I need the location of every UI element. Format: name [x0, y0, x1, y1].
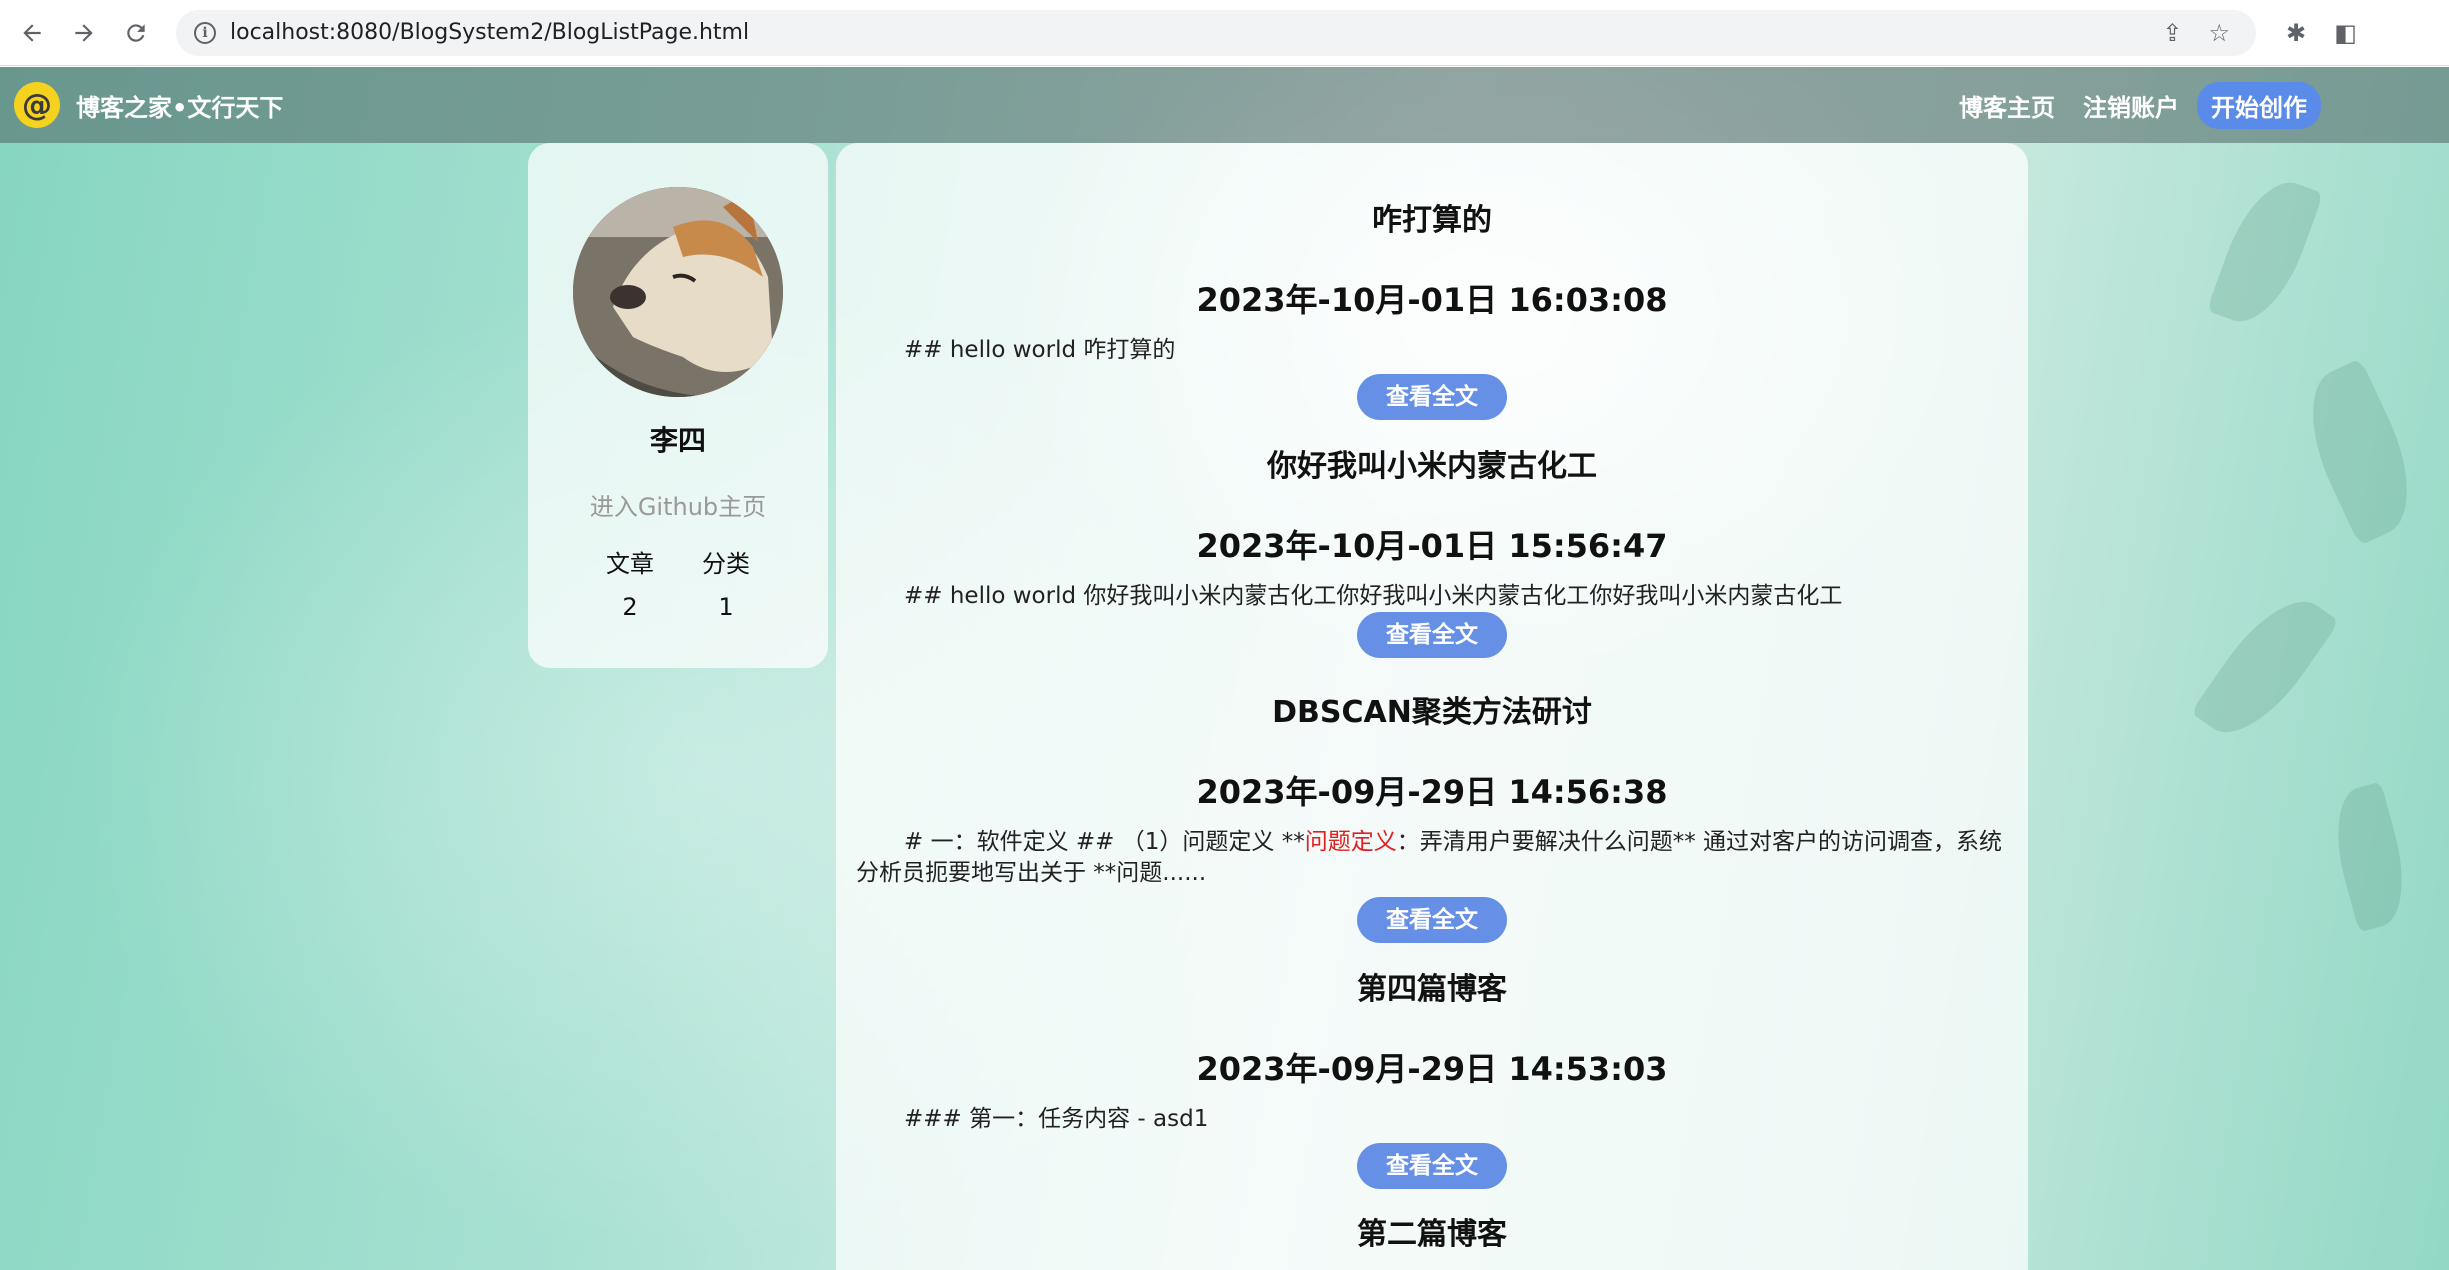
read-more-button[interactable]: 查看全文 — [1357, 374, 1507, 420]
site-info-icon[interactable]: i — [194, 21, 216, 44]
address-bar[interactable]: i localhost:8080/BlogSystem2/BlogListPag… — [176, 9, 2256, 56]
blog-title: 咋打算的 — [1372, 203, 1492, 238]
read-more-button[interactable]: 查看全文 — [1357, 612, 1507, 658]
site-title: 博客之家•文行天下 — [76, 93, 284, 122]
blog-item: 咋打算的 2023年-10月-01日 16:03:08 ## hello wor… — [836, 195, 2028, 420]
site-logo: @ — [14, 82, 60, 128]
avatar — [573, 187, 783, 397]
leaf-decoration — [2206, 169, 2324, 335]
blog-title: 第二篇博客 — [1357, 1217, 1507, 1252]
browser-toolbar: i localhost:8080/BlogSystem2/BlogListPag… — [0, 0, 2449, 66]
blog-date: 2023年-10月-01日 16:03:08 — [1196, 281, 1668, 319]
blog-date: 2023年-09月-29日 14:53:03 — [1196, 1050, 1668, 1088]
blog-desc: # 一：软件定义 ## （1）问题定义 **问题定义：弄清用户要解决什么问题**… — [836, 827, 2028, 889]
forward-arrow-icon[interactable] — [64, 13, 104, 53]
blog-desc: ## hello world 咋打算的 — [904, 337, 1176, 363]
nav-write-button[interactable]: 开始创作 — [2197, 81, 2321, 129]
blog-title: DBSCAN聚类方法研讨 — [1272, 695, 1592, 730]
blog-item: DBSCAN聚类方法研讨 2023年-09月-29日 14:56:38 # 一：… — [836, 687, 2028, 943]
leaf-decoration — [2190, 581, 2340, 753]
url-text: localhost:8080/BlogSystem2/BlogListPage.… — [230, 20, 750, 45]
bookmark-star-icon[interactable]: ☆ — [2208, 19, 2230, 47]
blog-title: 第四篇博客 — [1357, 972, 1507, 1007]
nav-logout-link[interactable]: 注销账户 — [2083, 88, 2179, 123]
extensions-icon[interactable]: ✱ — [2286, 19, 2306, 47]
blog-list: 咋打算的 2023年-10月-01日 16:03:08 ## hello wor… — [836, 143, 2028, 1270]
user-name: 李四 — [649, 424, 706, 457]
github-link[interactable]: 进入Github主页 — [590, 487, 766, 522]
read-more-button[interactable]: 查看全文 — [1357, 897, 1507, 943]
reload-icon[interactable] — [116, 13, 156, 53]
articles-label: 文章 — [606, 550, 654, 578]
blog-item: 你好我叫小米内蒙古化工 2023年-10月-01日 15:56:47 ## he… — [836, 441, 2028, 658]
articles-count: 2 — [622, 593, 638, 621]
back-arrow-icon[interactable] — [12, 13, 52, 53]
blog-desc-text: # 一：软件定义 ## （1）问题定义 ** — [904, 829, 1305, 855]
blog-title: 你好我叫小米内蒙古化工 — [1267, 449, 1597, 484]
blog-date: 2023年-09月-29日 14:56:38 — [1196, 773, 1668, 811]
page-background: @ 博客之家•文行天下 博客主页 注销账户 开始创作 李四 进入Github主页… — [0, 67, 2449, 1270]
blog-desc: ## hello world 你好我叫小米内蒙古化工你好我叫小米内蒙古化工你好我… — [904, 583, 1843, 609]
user-stats: 文章 分类 2 1 — [582, 544, 774, 621]
side-panel-icon[interactable]: ◧ — [2334, 19, 2357, 47]
read-more-button[interactable]: 查看全文 — [1357, 1143, 1507, 1189]
leaf-decoration — [2287, 358, 2433, 546]
categories-label: 分类 — [702, 550, 750, 578]
nav-home-link[interactable]: 博客主页 — [1959, 88, 2055, 123]
share-icon[interactable]: ⇪ — [2162, 19, 2182, 47]
leaf-decoration — [2322, 781, 2418, 933]
site-navbar: @ 博客之家•文行天下 博客主页 注销账户 开始创作 — [0, 67, 2449, 143]
blog-desc: ### 第一：任务内容 - asd1 — [904, 1106, 1209, 1132]
blog-desc-highlight: 问题定义 — [1304, 829, 1397, 855]
blog-date: 2023年-10月-01日 15:56:47 — [1196, 527, 1668, 565]
user-card: 李四 进入Github主页 文章 分类 2 1 — [528, 143, 828, 668]
categories-count: 1 — [718, 593, 734, 621]
blog-item: 第四篇博客 2023年-09月-29日 14:53:03 ### 第一：任务内容… — [836, 964, 2028, 1189]
blog-item: 第二篇博客 — [836, 1209, 2028, 1253]
